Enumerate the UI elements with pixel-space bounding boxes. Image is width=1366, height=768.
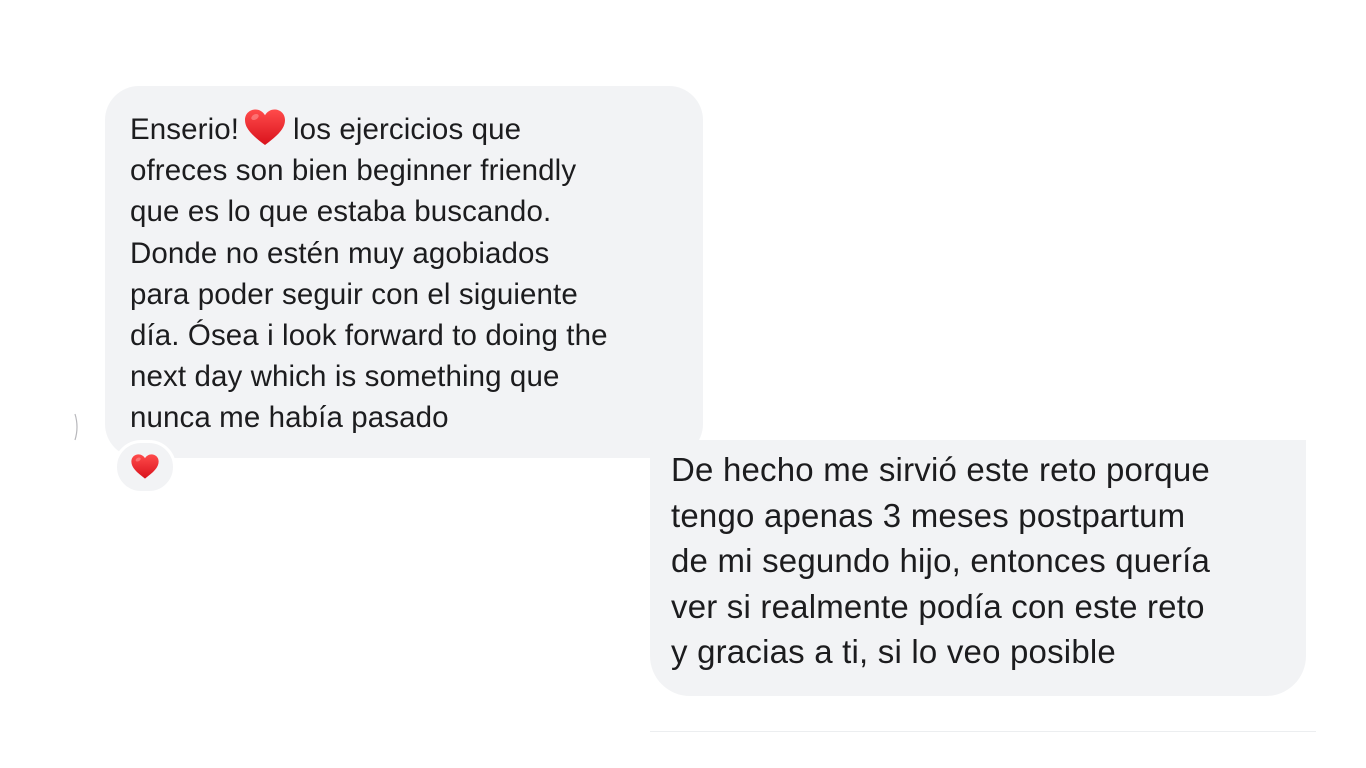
- message-line-text: los ejercicios que: [293, 113, 522, 146]
- message-line: nunca me había pasado: [130, 401, 449, 435]
- message-line: De hecho me sirvió este reto porque: [671, 451, 1210, 488]
- divider: [650, 731, 1316, 732]
- message-line: de mi segundo hijo, entonces quería: [671, 542, 1211, 580]
- red-heart-icon: [131, 454, 159, 479]
- message-line: next day which is something que: [130, 360, 560, 394]
- message-line-text: Enserio!: [130, 113, 240, 146]
- message-line: ver si realmente podía con este reto: [671, 587, 1205, 625]
- message-line: y gracias a ti, si lo veo posible: [671, 633, 1116, 671]
- message-text: De hecho me sirvió este reto porque teng…: [671, 447, 1286, 675]
- message-line: Enserio! los ejercicios que: [130, 108, 679, 150]
- heart-reaction-badge[interactable]: [114, 440, 176, 494]
- message-line: para poder seguir con el siguiente: [130, 277, 578, 311]
- message-line: ofreces son bien beginner friendly: [130, 154, 577, 188]
- message-line: tengo apenas 3 meses postpartum: [671, 496, 1186, 534]
- message-line: día. Ósea i look forward to doing the: [130, 319, 608, 353]
- message-text: Enserio! los ejercicios que ofreces son b…: [130, 108, 679, 439]
- message-line: que es lo que estaba buscando.: [130, 195, 552, 229]
- message-bubble-sent[interactable]: De hecho me sirvió este reto porque teng…: [650, 440, 1306, 696]
- message-line: Donde no estén muy agobiados: [130, 236, 550, 270]
- red-heart-icon: [245, 109, 286, 145]
- message-bubble-received[interactable]: Enserio! los ejercicios que ofreces son b…: [105, 86, 703, 458]
- partial-edge-glyph: [74, 413, 78, 441]
